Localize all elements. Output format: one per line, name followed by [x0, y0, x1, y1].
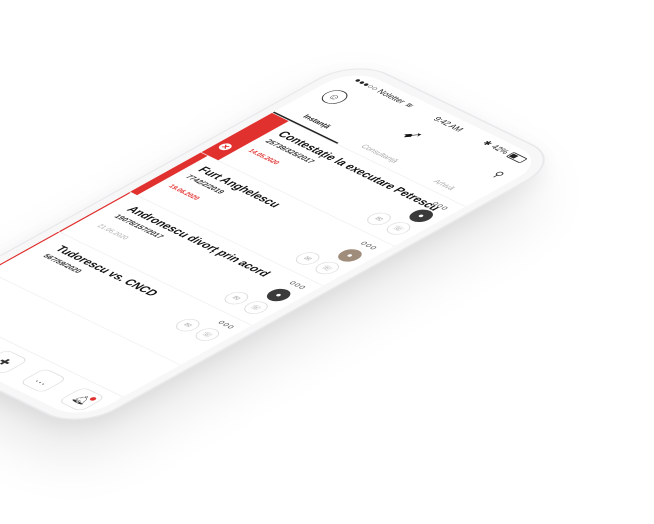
bird-logo-icon: ➹: [396, 126, 431, 144]
person-avatar-icon[interactable]: ●: [404, 207, 438, 225]
bell-icon[interactable]: 🔔︎: [57, 386, 107, 413]
search-icon[interactable]: ⚲: [488, 170, 508, 180]
chat-icon[interactable]: …: [19, 368, 68, 394]
cross-icon[interactable]: ✚: [0, 349, 29, 375]
wifi-icon: ≋: [401, 101, 417, 110]
more-options-icon[interactable]: ooo: [429, 200, 452, 212]
app-screen: ●●●○○ Noletter ≋ 9:42 AM ✱ 42% ☺ ➹ ⚲ Ins…: [0, 67, 547, 421]
notification-badge: [88, 396, 98, 402]
alert-icon: ✕: [216, 142, 235, 152]
user-avatar-icon[interactable]: ☺: [316, 87, 353, 107]
battery-icon: [505, 152, 528, 164]
person-avatar-icon[interactable]: ●: [333, 246, 367, 265]
more-options-icon[interactable]: ooo: [286, 279, 309, 291]
battery-label: 42%: [488, 143, 512, 156]
more-options-icon[interactable]: ooo: [358, 240, 381, 252]
phone-body: ●●●○○ Noletter ≋ 9:42 AM ✱ 42% ☺ ➹ ⚲ Ins…: [0, 58, 565, 430]
more-options-icon[interactable]: ooo: [215, 319, 238, 331]
case-status-bar: [0, 231, 63, 273]
phone-mockup: ●●●○○ Noletter ≋ 9:42 AM ✱ 42% ☺ ➹ ⚲ Ins…: [0, 58, 565, 430]
person-avatar-icon[interactable]: ●: [262, 286, 296, 304]
scene: ●●●○○ Noletter ≋ 9:42 AM ✱ 42% ☺ ➹ ⚲ Ins…: [0, 0, 654, 524]
